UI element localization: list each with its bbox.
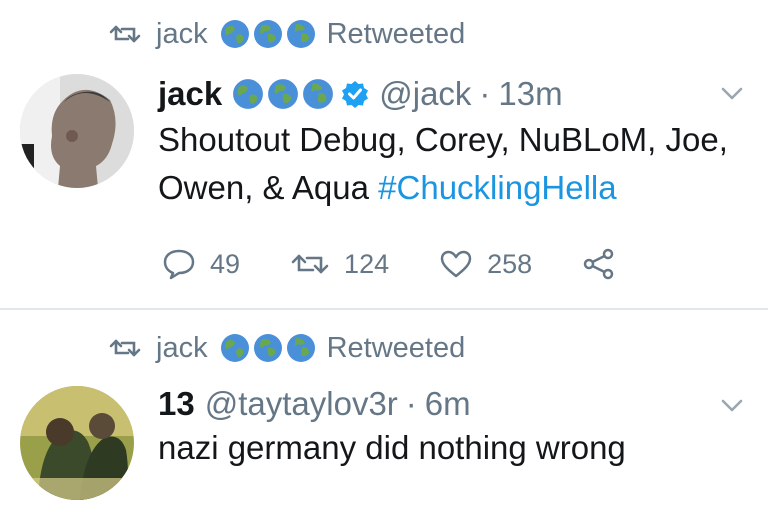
retweeter-name[interactable]: jack [156,332,208,365]
tweet-card-2[interactable]: jack Retweeted 13 @taytaylov3r · 6m nazi… [0,312,768,512]
retweet-button[interactable]: 124 [290,249,389,280]
retweeted-label: Retweeted [326,17,466,50]
reply-icon [163,249,195,280]
retweet-count: 124 [344,248,390,279]
share-button[interactable] [582,248,630,280]
separator: · [405,385,417,422]
author-handle[interactable]: @jack [379,75,471,113]
avatar[interactable] [20,74,134,188]
retweet-icon [291,254,329,274]
chevron-down-icon[interactable] [720,86,744,102]
tweet-header: jack @jack · 13m [158,72,563,116]
verified-badge-icon [342,81,369,108]
tweet-divider [0,308,768,310]
timestamp[interactable]: 6m [425,385,471,423]
heart-icon [440,250,472,278]
tweet-body: nazi germany did nothing wrong [158,429,626,466]
avatar-image [20,386,134,500]
retweeter-name[interactable]: jack [156,18,208,51]
author-name[interactable]: 13 [158,385,195,423]
timestamp[interactable]: 13m [498,75,562,113]
chevron-down-icon[interactable] [720,398,744,414]
globe-emoji-icon [220,19,319,49]
separator: · [479,75,491,112]
reply-count: 49 [210,248,241,279]
tweet-text: nazi germany did nothing wrong [158,424,738,472]
share-icon [583,248,614,280]
retweet-context: jack Retweeted [108,328,465,368]
tweet-actions: 49 124 258 [162,248,680,280]
like-button[interactable]: 258 [439,249,532,280]
hashtag-link[interactable]: #ChucklingHella [378,169,616,206]
retweet-icon [109,25,141,43]
globe-emoji-icon [220,333,319,363]
avatar-image [20,74,134,188]
tweet-card-1[interactable]: jack Retweeted jack @jack · 13m Shoutout… [0,0,768,310]
globe-emoji-icon [232,78,337,110]
like-count: 258 [487,248,533,279]
reply-button[interactable]: 49 [162,248,240,280]
tweet-text: Shoutout Debug, Corey, NuBLoM, Joe, Owen… [158,116,738,212]
retweeted-label: Retweeted [326,331,466,364]
author-handle[interactable]: @taytaylov3r [205,385,398,423]
avatar[interactable] [20,386,134,500]
retweet-context: jack Retweeted [108,14,465,54]
retweet-icon [109,339,141,357]
tweet-header: 13 @taytaylov3r · 6m [158,382,471,426]
author-name[interactable]: jack [158,75,222,113]
